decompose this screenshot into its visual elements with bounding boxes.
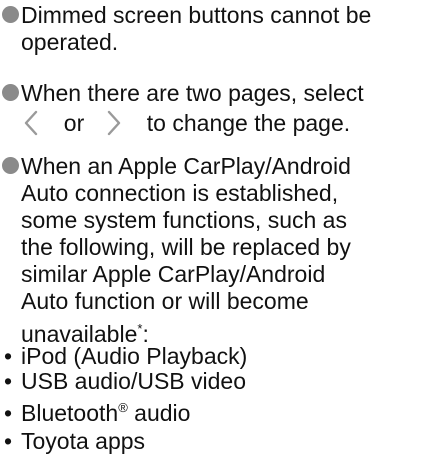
- note-line: When there are two pages, select: [21, 80, 364, 106]
- note-line: When an Apple CarPlay/Android: [21, 153, 351, 179]
- list-item-text: USB audio/USB video: [21, 368, 247, 394]
- note-dimmed-buttons: Dimmed screen buttons cannot be operated…: [0, 2, 432, 62]
- list-item-text: Toyota apps: [21, 428, 146, 454]
- instruction-suffix: to change the page.: [146, 110, 351, 136]
- note-line: similar Apple CarPlay/Android: [21, 261, 326, 287]
- footnote-mark: *: [137, 321, 143, 336]
- chevron-left-icon: [21, 108, 41, 138]
- note-line: some system functions, such as: [21, 207, 347, 233]
- list-bullet: •: [4, 400, 13, 426]
- manual-page: Dimmed screen buttons cannot be operated…: [0, 0, 432, 457]
- note-carplay-android-auto: When an Apple CarPlay/Android Auto conne…: [0, 153, 432, 347]
- note-line: Auto function or will become: [21, 288, 309, 314]
- list-item-text: iPod (Audio Playback): [21, 343, 248, 369]
- connector-text: or: [63, 110, 85, 136]
- page-change-instruction: or to change the page.: [21, 108, 432, 138]
- registered-mark: ®: [118, 400, 128, 415]
- note-line: Dimmed screen buttons cannot be: [21, 2, 372, 28]
- list-bullet: •: [4, 368, 13, 394]
- chevron-right-icon: [104, 108, 124, 138]
- bullet-dot-icon: [2, 6, 19, 23]
- list-bullet: •: [4, 343, 13, 369]
- bluetooth-text: Bluetooth: [21, 400, 119, 426]
- audio-text: audio: [127, 400, 191, 426]
- list-bullet: •: [4, 428, 13, 454]
- note-line: the following, will be replaced by: [21, 234, 351, 260]
- replaced-functions-list: • iPod (Audio Playback) • USB audio/USB …: [0, 344, 432, 457]
- bullet-dot-icon: [2, 157, 19, 174]
- list-item-text: Bluetooth® audio: [21, 401, 190, 425]
- note-line: operated.: [21, 29, 119, 55]
- note-line: Auto connection is established,: [21, 180, 339, 206]
- bullet-dot-icon: [2, 84, 19, 101]
- note-two-pages: When there are two pages, select: [0, 80, 432, 110]
